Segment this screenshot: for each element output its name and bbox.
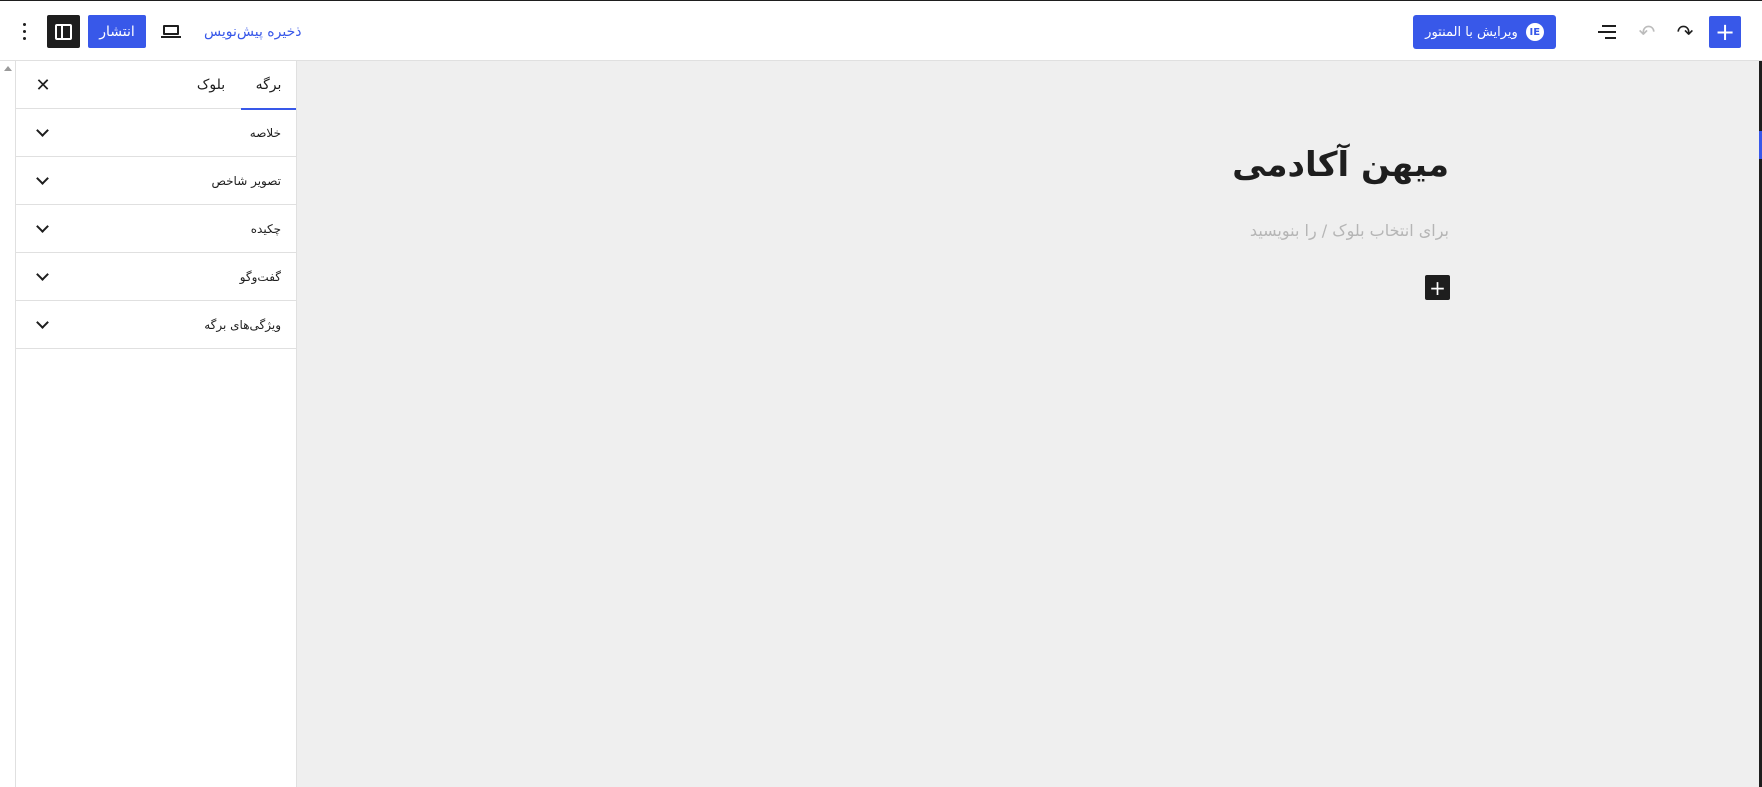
panel-summary[interactable]: خلاصه [16,109,296,157]
close-icon: ✕ [35,74,51,96]
tab-block[interactable]: بلوک [186,61,236,109]
save-draft-button[interactable]: ذخیره پیش‌نویس [200,15,305,48]
editor-canvas[interactable]: میهن آکادمی برای انتخاب بلوک / را بنویسی… [297,61,1762,787]
post-title[interactable]: میهن آکادمی [1232,145,1449,185]
more-vertical-icon [22,21,26,42]
redo-icon: ↷ [1676,20,1694,44]
sidebar-scrollbar[interactable] [0,61,16,787]
panel-discussion[interactable]: گفت‌وگو [16,253,296,301]
chevron-down-icon [36,172,49,185]
options-button[interactable] [10,15,38,47]
panel-title: تصویر شاخص [211,173,281,188]
panel-title: خلاصه [249,125,281,140]
undo-button[interactable]: ↶ [1630,15,1664,49]
block-placeholder[interactable]: برای انتخاب بلوک / را بنویسید [1250,221,1449,240]
editor-header: انتشار ذخیره پیش‌نویس ویرایش با المنتور … [0,0,1762,61]
list-view-button[interactable] [1590,15,1624,49]
chevron-down-icon [36,316,49,329]
panel-excerpt[interactable]: چکیده [16,205,296,253]
elementor-button-label: ویرایش با المنتور [1425,24,1518,40]
laptop-icon [161,25,181,38]
block-inserter-button[interactable]: + [1709,16,1741,48]
preview-button[interactable] [155,15,187,48]
list-view-icon [1598,25,1616,39]
plus-icon: + [1714,18,1736,46]
scroll-up-arrow-icon[interactable] [4,66,12,71]
redo-button[interactable]: ↷ [1668,15,1702,49]
sidebar-icon [55,23,72,40]
panel-featured-image[interactable]: تصویر شاخص [16,157,296,205]
publish-button[interactable]: انتشار [88,15,146,48]
chevron-down-icon [36,124,49,137]
panel-page-attributes[interactable]: ویژگی‌های برگه [16,301,296,349]
elementor-icon: IE [1525,23,1544,41]
inline-add-block-button[interactable]: + [1425,275,1450,300]
settings-sidebar-toggle[interactable] [47,15,80,48]
chevron-down-icon [36,220,49,233]
plus-icon: + [1429,275,1446,300]
panel-title: چکیده [250,221,281,236]
edit-with-elementor-button[interactable]: ویرایش با المنتور IE [1413,15,1556,49]
chevron-down-icon [36,268,49,281]
panel-title: ویژگی‌های برگه [204,317,281,332]
panel-title: گفت‌وگو [239,269,281,284]
tab-page[interactable]: برگه [241,61,296,110]
close-sidebar-button[interactable]: ✕ [29,71,57,99]
sidebar-tabs: برگه بلوک ✕ [16,61,296,110]
settings-sidebar: برگه بلوک ✕ خلاصه تصویر شاخص چکیده گفت‌و… [16,61,297,787]
undo-icon: ↶ [1638,20,1656,44]
